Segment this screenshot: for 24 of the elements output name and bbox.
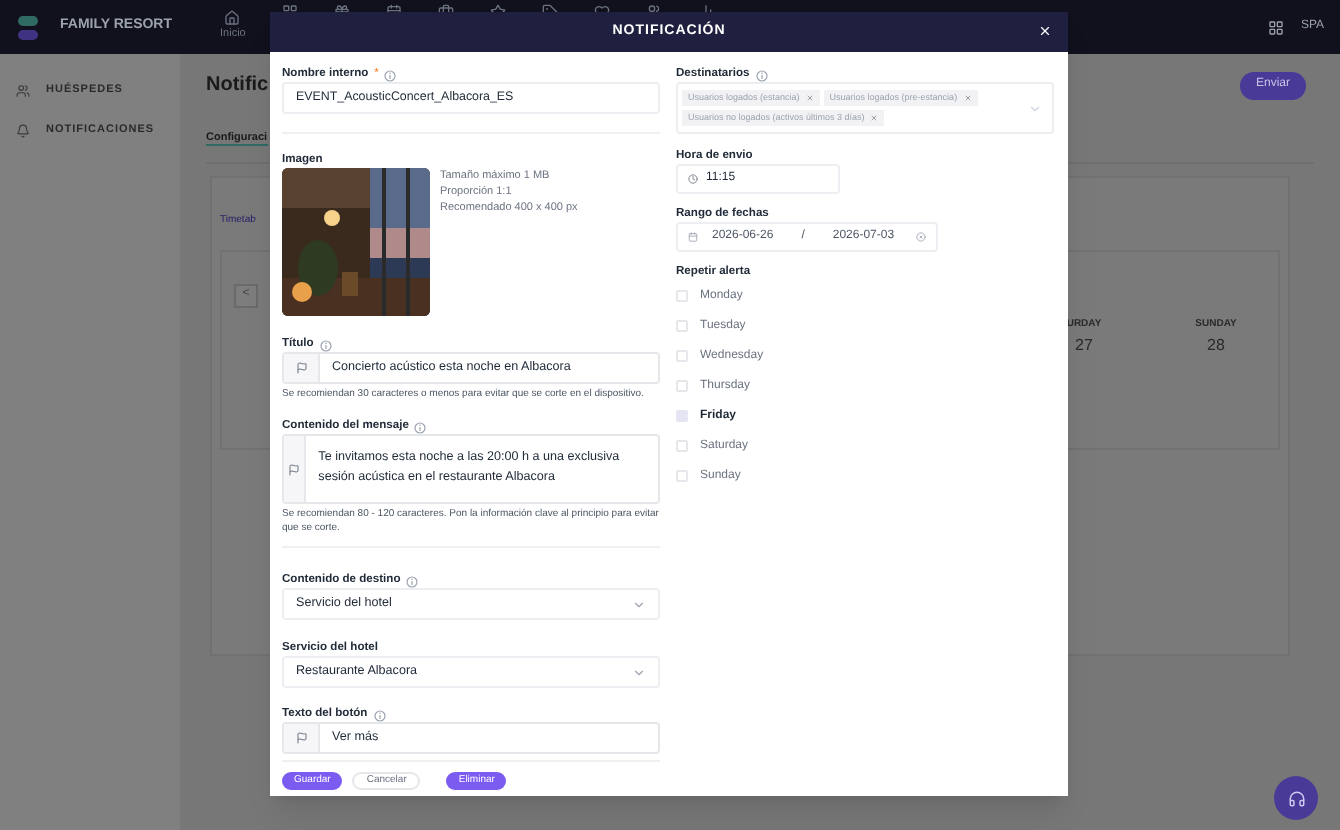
logo-icon (16, 13, 40, 41)
home-icon (224, 10, 241, 27)
info-icon (384, 69, 397, 81)
flag-icon (295, 732, 307, 744)
info-icon (406, 575, 419, 587)
day-number: 27 (1075, 333, 1093, 357)
chevron-down-icon (632, 597, 646, 611)
bell-icon (16, 123, 30, 137)
close-icon[interactable] (1038, 24, 1052, 38)
flag-icon (288, 463, 301, 475)
users-icon (16, 83, 30, 97)
chevron-down-icon (1028, 101, 1042, 115)
calendar-icon (688, 232, 698, 242)
info-icon (414, 421, 427, 433)
headset-icon (1287, 789, 1305, 807)
apps-icon[interactable] (1268, 19, 1285, 35)
page-title: Notific (206, 72, 269, 100)
info-icon (755, 69, 768, 81)
clock-icon (688, 174, 698, 184)
chevron-down-icon (632, 665, 646, 679)
day-number: 28 (1207, 333, 1225, 357)
info-icon (319, 339, 332, 351)
info-icon (373, 709, 386, 721)
flag-icon (295, 362, 307, 374)
